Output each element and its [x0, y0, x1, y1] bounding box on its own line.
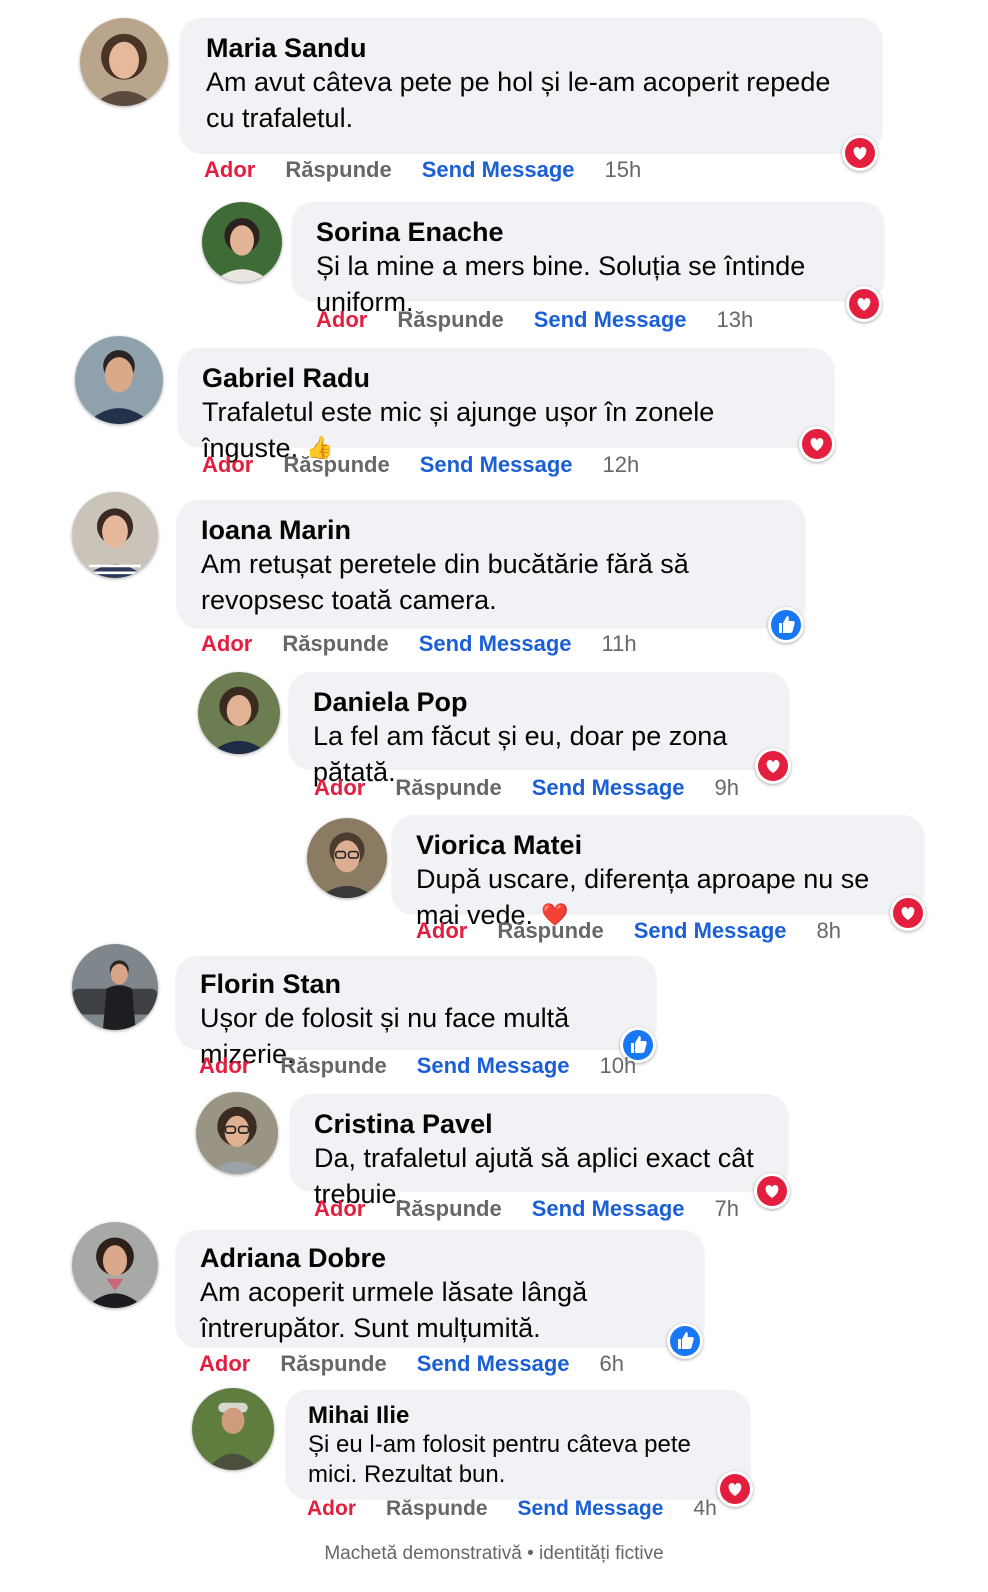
- comment-text: Am acoperit urmele lăsate lângă întrerup…: [200, 1277, 588, 1343]
- timestamp[interactable]: 13h: [717, 307, 754, 332]
- comment-author[interactable]: Maria Sandu: [206, 32, 856, 64]
- comment-bubble: Daniela Pop La fel am făcut și eu, doar …: [289, 672, 789, 787]
- comment-text: Am retușat peretele din bucătărie fără s…: [201, 549, 689, 615]
- comment-bubble: Sorina Enache Și la mine a mers bine. So…: [292, 202, 884, 317]
- love-button[interactable]: Ador: [314, 775, 365, 800]
- love-button[interactable]: Ador: [202, 452, 253, 477]
- comment-actions: Ador Răspunde Send Message 11h: [201, 630, 667, 658]
- comment-text: Am avut câteva pete pe hol și le-am acop…: [206, 67, 831, 133]
- comment-bubble: Adriana Dobre Am acoperit urmele lăsate …: [176, 1230, 704, 1346]
- comment-author[interactable]: Gabriel Radu: [202, 362, 810, 394]
- love-button[interactable]: Ador: [314, 1196, 365, 1221]
- reply-button[interactable]: Răspunde: [283, 452, 389, 477]
- avatar[interactable]: [72, 492, 158, 578]
- comment-author[interactable]: Ioana Marin: [201, 514, 781, 546]
- timestamp[interactable]: 12h: [603, 452, 640, 477]
- reply-button[interactable]: Răspunde: [280, 1053, 386, 1078]
- send-message-link[interactable]: Send Message: [422, 157, 575, 182]
- reply-button[interactable]: Răspunde: [386, 1497, 488, 1520]
- avatar[interactable]: [72, 944, 158, 1030]
- send-message-link[interactable]: Send Message: [417, 1053, 570, 1078]
- avatar[interactable]: [192, 1388, 274, 1470]
- comment-text: Și eu l-am folosit pentru câteva pete mi…: [308, 1431, 691, 1488]
- comment-author[interactable]: Mihai Ilie: [308, 1402, 728, 1430]
- comment-bubble: Florin Stan Ușor de folosit și nu face m…: [176, 956, 656, 1069]
- send-message-link[interactable]: Send Message: [419, 631, 572, 656]
- comment-author[interactable]: Daniela Pop: [313, 686, 765, 718]
- comment-actions: Ador Răspunde Send Message 12h: [202, 451, 669, 479]
- avatar[interactable]: [75, 336, 163, 424]
- comment-actions: Ador Răspunde Send Message 15h: [204, 156, 671, 184]
- comment-actions: Ador Răspunde Send Message 4h: [307, 1495, 747, 1523]
- timestamp[interactable]: 9h: [715, 775, 739, 800]
- avatar[interactable]: [196, 1092, 278, 1174]
- like-reaction-icon[interactable]: [768, 607, 804, 643]
- comment-author[interactable]: Sorina Enache: [316, 216, 860, 248]
- send-message-link[interactable]: Send Message: [634, 918, 787, 943]
- send-message-link[interactable]: Send Message: [417, 1351, 570, 1376]
- love-button[interactable]: Ador: [416, 918, 467, 943]
- love-button[interactable]: Ador: [204, 157, 255, 182]
- send-message-link[interactable]: Send Message: [534, 307, 687, 332]
- heart-reaction-icon[interactable]: [842, 135, 878, 171]
- avatar[interactable]: [72, 1222, 158, 1308]
- comment-bubble: Viorica Matei După uscare, diferența apr…: [392, 815, 924, 930]
- avatar[interactable]: [202, 202, 282, 282]
- reply-button[interactable]: Răspunde: [497, 918, 603, 943]
- reply-button[interactable]: Răspunde: [395, 1196, 501, 1221]
- send-message-link[interactable]: Send Message: [420, 452, 573, 477]
- disclaimer-footer: Machetă demonstrativă • identități ficti…: [324, 1543, 664, 1564]
- comment-bubble: Cristina Pavel Da, trafaletul ajută să a…: [290, 1094, 788, 1209]
- comment-actions: Ador Răspunde Send Message 6h: [199, 1350, 654, 1378]
- love-button[interactable]: Ador: [199, 1053, 250, 1078]
- comment-author[interactable]: Florin Stan: [200, 968, 632, 1000]
- avatar[interactable]: [80, 18, 168, 106]
- reply-button[interactable]: Răspunde: [397, 307, 503, 332]
- reply-button[interactable]: Răspunde: [280, 1351, 386, 1376]
- like-reaction-icon[interactable]: [667, 1323, 703, 1359]
- comment-actions: Ador Răspunde Send Message 10h: [199, 1052, 666, 1080]
- timestamp[interactable]: 11h: [602, 631, 637, 656]
- comment-author[interactable]: Cristina Pavel: [314, 1108, 764, 1140]
- send-message-link[interactable]: Send Message: [532, 775, 685, 800]
- comment-bubble: Mihai Ilie Și eu l-am folosit pentru cât…: [286, 1390, 750, 1498]
- love-button[interactable]: Ador: [201, 631, 252, 656]
- send-message-link[interactable]: Send Message: [532, 1196, 685, 1221]
- heart-reaction-icon[interactable]: [846, 286, 882, 322]
- comment-bubble: Gabriel Radu Trafaletul este mic și ajun…: [178, 348, 834, 463]
- comment-actions: Ador Răspunde Send Message 13h: [316, 306, 783, 334]
- heart-reaction-icon[interactable]: [890, 895, 926, 931]
- timestamp[interactable]: 6h: [600, 1351, 624, 1376]
- timestamp[interactable]: 7h: [715, 1196, 739, 1221]
- love-button[interactable]: Ador: [316, 307, 367, 332]
- avatar[interactable]: [307, 818, 387, 898]
- reply-button[interactable]: Răspunde: [285, 157, 391, 182]
- comment-actions: Ador Răspunde Send Message 9h: [314, 774, 769, 802]
- reply-button[interactable]: Răspunde: [282, 631, 388, 656]
- avatar[interactable]: [198, 672, 280, 754]
- love-button[interactable]: Ador: [307, 1497, 356, 1520]
- reply-button[interactable]: Răspunde: [395, 775, 501, 800]
- heart-reaction-icon[interactable]: [799, 426, 835, 462]
- comment-actions: Ador Răspunde Send Message 8h: [416, 917, 871, 945]
- timestamp[interactable]: 10h: [600, 1053, 637, 1078]
- timestamp[interactable]: 4h: [693, 1497, 716, 1520]
- comment-bubble: Ioana Marin Am retușat peretele din bucă…: [177, 500, 805, 627]
- timestamp[interactable]: 15h: [605, 157, 642, 182]
- comment-bubble: Maria Sandu Am avut câteva pete pe hol ș…: [180, 18, 882, 152]
- send-message-link[interactable]: Send Message: [518, 1497, 664, 1520]
- comment-actions: Ador Răspunde Send Message 7h: [314, 1195, 769, 1223]
- love-button[interactable]: Ador: [199, 1351, 250, 1376]
- comment-author[interactable]: Viorica Matei: [416, 829, 900, 861]
- comment-author[interactable]: Adriana Dobre: [200, 1242, 680, 1274]
- timestamp[interactable]: 8h: [817, 918, 841, 943]
